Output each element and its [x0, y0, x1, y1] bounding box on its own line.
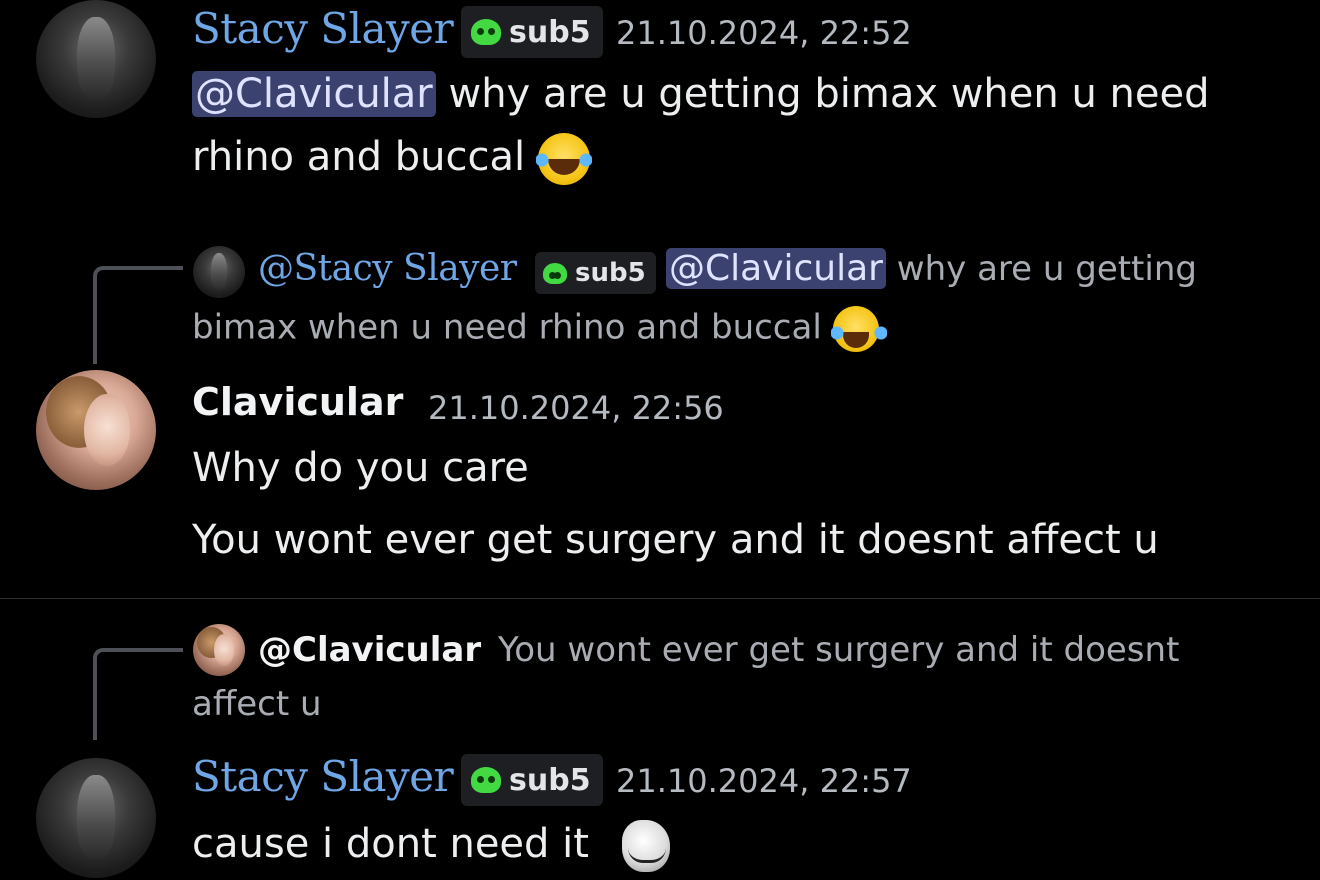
- role-badge[interactable]: sub5: [461, 6, 603, 58]
- role-badge[interactable]: sub5: [535, 252, 656, 294]
- reply-avatar[interactable]: [193, 246, 245, 298]
- divider: [0, 598, 1320, 599]
- reply-text: why are u getting: [896, 249, 1197, 289]
- avatar[interactable]: [36, 758, 156, 878]
- role-badge[interactable]: sub5: [461, 754, 603, 806]
- message-content: @Clavicular why are u getting bimax when…: [192, 64, 1302, 124]
- skull-icon: [543, 262, 567, 284]
- reply-connector: [93, 266, 183, 364]
- skull-icon: [471, 19, 501, 45]
- message-text: cause i dont need it: [192, 821, 589, 867]
- reply-text: bimax when u need rhino and buccal: [192, 307, 822, 348]
- author-name[interactable]: Clavicular: [192, 380, 403, 424]
- reply-connector: [93, 648, 183, 740]
- badge-label: sub5: [509, 762, 591, 798]
- trollface-emoji-icon[interactable]: [621, 820, 670, 872]
- avatar[interactable]: [36, 370, 156, 490]
- joy-emoji-icon: [830, 306, 887, 352]
- reply-author[interactable]: @Clavicular: [258, 630, 481, 670]
- timestamp[interactable]: 21.10.2024, 22:52: [616, 14, 912, 52]
- skull-icon: [471, 767, 501, 793]
- message-content: cause i dont need it: [192, 814, 670, 874]
- message-text: You wont ever get surgery and it doesnt …: [192, 517, 1159, 563]
- message-text: Why do you care: [192, 445, 529, 491]
- author-name[interactable]: Stacy Slayer: [192, 4, 454, 53]
- timestamp[interactable]: 21.10.2024, 22:56: [428, 389, 724, 427]
- timestamp[interactable]: 21.10.2024, 22:57: [616, 762, 912, 800]
- reply-content[interactable]: @Clavicular why are u getting: [666, 248, 1197, 289]
- user-mention[interactable]: @Clavicular: [666, 248, 886, 289]
- message-content: rhino and buccal: [192, 127, 592, 187]
- message-text: why are u getting bimax when u need: [448, 71, 1210, 117]
- badge-label: sub5: [575, 258, 646, 288]
- joy-emoji-icon[interactable]: [535, 133, 592, 185]
- reply-avatar[interactable]: [193, 624, 245, 676]
- reply-text[interactable]: You wont ever get surgery and it doesnt: [498, 630, 1179, 670]
- user-mention[interactable]: @Clavicular: [192, 71, 436, 117]
- reply-content[interactable]: bimax when u need rhino and buccal: [192, 306, 887, 352]
- author-name[interactable]: Stacy Slayer: [192, 752, 454, 801]
- reply-author[interactable]: @Stacy Slayer: [258, 248, 517, 289]
- avatar[interactable]: [36, 0, 156, 118]
- message-text: rhino and buccal: [192, 134, 526, 180]
- reply-text[interactable]: affect u: [192, 684, 322, 724]
- badge-label: sub5: [509, 14, 591, 50]
